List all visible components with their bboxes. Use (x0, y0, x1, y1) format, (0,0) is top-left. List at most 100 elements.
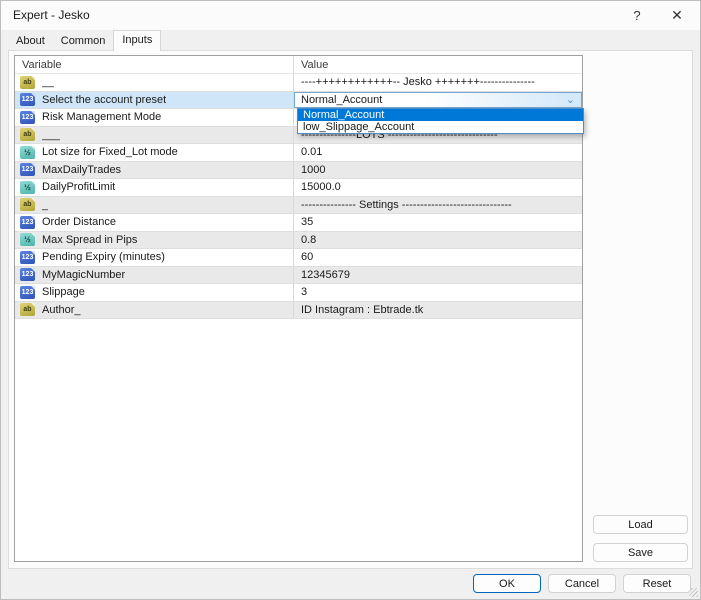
value-cell[interactable]: 15000.0 (294, 179, 582, 196)
variable-name: Risk Management Mode (42, 111, 161, 123)
variable-cell: ½ Lot size for Fixed_Lot mode (15, 144, 294, 161)
close-button[interactable]: ✕ (662, 1, 692, 30)
value-text: 35 (301, 216, 313, 228)
value-text: ----++++++++++++-- Jesko +++++++--------… (301, 76, 535, 88)
tab-inputs[interactable]: Inputs (113, 30, 161, 51)
value-cell[interactable]: 0.8 (294, 232, 582, 249)
table-row[interactable]: 123Slippage 3 (15, 284, 582, 302)
value-cell[interactable]: 3 (294, 284, 582, 301)
variable-cell: 123 Select the account preset (15, 92, 294, 109)
variable-name: Pending Expiry (minutes) (42, 251, 165, 263)
tab-common[interactable]: Common (53, 31, 114, 51)
variable-cell: ½ Max Spread in Pips (15, 232, 294, 249)
value-cell[interactable]: 1000 (294, 162, 582, 179)
variable-cell: 123 Order Distance (15, 214, 294, 231)
table-row[interactable]: ½ Lot size for Fixed_Lot mode 0.01 (15, 144, 582, 162)
integer-type-icon: 123 (20, 216, 35, 229)
table-row[interactable]: 123 MyMagicNumber 12345679 (15, 267, 582, 285)
value-text: 12345679 (301, 269, 350, 281)
variable-name: Max Spread in Pips (42, 234, 137, 246)
account-preset-dropdown: Normal_Accountlow_Slippage_Account (297, 108, 584, 134)
expert-settings-dialog: Expert - Jesko ? ✕ About Common Inputs V… (0, 0, 701, 600)
variable-cell: 123 Risk Management Mode (15, 109, 294, 126)
variable-name: Order Distance (42, 216, 116, 228)
double-type-icon: ½ (20, 233, 35, 246)
integer-type-icon: 123 (20, 163, 35, 176)
tab-strip: About Common Inputs (8, 31, 161, 51)
load-button[interactable]: Load (593, 515, 688, 534)
value-cell[interactable]: 0.01 (294, 144, 582, 161)
column-header-value[interactable]: Value (294, 56, 582, 73)
integer-type-icon: 123 (20, 111, 35, 124)
value-text: 0.01 (301, 146, 322, 158)
value-cell[interactable]: ----++++++++++++-- Jesko +++++++--------… (294, 74, 582, 91)
variable-cell: ab ___ (15, 127, 294, 144)
string-type-icon: ab (20, 303, 35, 316)
value-cell[interactable]: ID Instagram : Ebtrade.tk (294, 302, 582, 319)
value-cell[interactable]: 12345679 (294, 267, 582, 284)
table-row[interactable]: ab __ ----++++++++++++-- Jesko +++++++----… (15, 74, 582, 92)
value-text: 3 (301, 286, 307, 298)
cancel-button[interactable]: Cancel (548, 574, 616, 593)
value-text: --------------- Settings ---------------… (301, 199, 512, 211)
value-text: 60 (301, 251, 313, 263)
table-row[interactable]: 123 Select the account preset Normal_Accou… (15, 92, 582, 110)
variable-name: Select the account preset (42, 94, 166, 106)
variable-name: Lot size for Fixed_Lot mode (42, 146, 178, 158)
table-row[interactable]: ½ Max Spread in Pips 0.8 (15, 232, 582, 250)
variable-name: __ (42, 76, 54, 88)
string-type-icon: ab (20, 198, 35, 211)
table-row[interactable]: ab Author_ ID Instagram : Ebtrade.tk (15, 302, 582, 320)
variable-cell: ab __ (15, 74, 294, 91)
variable-cell: 123 Pending Expiry (minutes) (15, 249, 294, 266)
combobox-value: Normal_Account (301, 94, 382, 106)
double-type-icon: ½ (20, 146, 35, 159)
dropdown-option[interactable]: low_Slippage_Account (298, 121, 583, 133)
help-button[interactable]: ? (622, 1, 652, 30)
variable-name: _ (42, 199, 48, 211)
account-preset-combobox[interactable]: Normal_Account ⌄ (294, 92, 582, 109)
string-type-icon: ab (20, 128, 35, 141)
table-row[interactable]: 123 Pending Expiry (minutes) 60 (15, 249, 582, 267)
title-bar: Expert - Jesko ? ✕ (1, 1, 700, 30)
variable-cell: ab _ (15, 197, 294, 214)
variable-name: MyMagicNumber (42, 269, 125, 281)
table-row[interactable]: ½ DailyProfitLimit 15000.0 (15, 179, 582, 197)
variable-cell: 123Slippage (15, 284, 294, 301)
value-cell[interactable]: --------------- Settings ---------------… (294, 197, 582, 214)
value-text: ID Instagram : Ebtrade.tk (301, 304, 423, 316)
integer-type-icon: 123 (20, 93, 35, 106)
variable-cell: 123 MaxDailyTrades (15, 162, 294, 179)
variable-cell: 123 MyMagicNumber (15, 267, 294, 284)
string-type-icon: ab (20, 76, 35, 89)
parameters-table: Variable Value ab __ ----++++++++++++-- Je… (14, 55, 583, 562)
variable-name: MaxDailyTrades (42, 164, 121, 176)
double-type-icon: ½ (20, 181, 35, 194)
variable-name: DailyProfitLimit (42, 181, 115, 193)
reset-button[interactable]: Reset (623, 574, 691, 593)
integer-type-icon: 123 (20, 251, 35, 264)
integer-type-icon: 123 (20, 268, 35, 281)
value-cell[interactable]: 35 (294, 214, 582, 231)
chevron-down-icon[interactable]: ⌄ (566, 94, 575, 107)
value-text: 0.8 (301, 234, 316, 246)
table-row[interactable]: 123 Order Distance 35 (15, 214, 582, 232)
dropdown-option[interactable]: Normal_Account (298, 109, 583, 121)
save-button[interactable]: Save (593, 543, 688, 562)
variable-cell: ab Author_ (15, 302, 294, 319)
tab-about[interactable]: About (8, 31, 53, 51)
table-header: Variable Value (15, 56, 582, 74)
variable-name: ___ (42, 129, 60, 141)
value-text: 15000.0 (301, 181, 341, 193)
column-header-variable[interactable]: Variable (15, 56, 294, 73)
table-row[interactable]: ab _ --------------- Settings ------------… (15, 197, 582, 215)
ok-button[interactable]: OK (473, 574, 541, 593)
variable-name: Author_ (42, 304, 81, 316)
variable-name: Slippage (42, 286, 85, 298)
value-cell[interactable]: Normal_Account ⌄ (294, 92, 582, 109)
table-row[interactable]: 123 MaxDailyTrades 1000 (15, 162, 582, 180)
variable-cell: ½ DailyProfitLimit (15, 179, 294, 196)
value-text: 1000 (301, 164, 325, 176)
value-cell[interactable]: 60 (294, 249, 582, 266)
window-title: Expert - Jesko (13, 1, 90, 30)
